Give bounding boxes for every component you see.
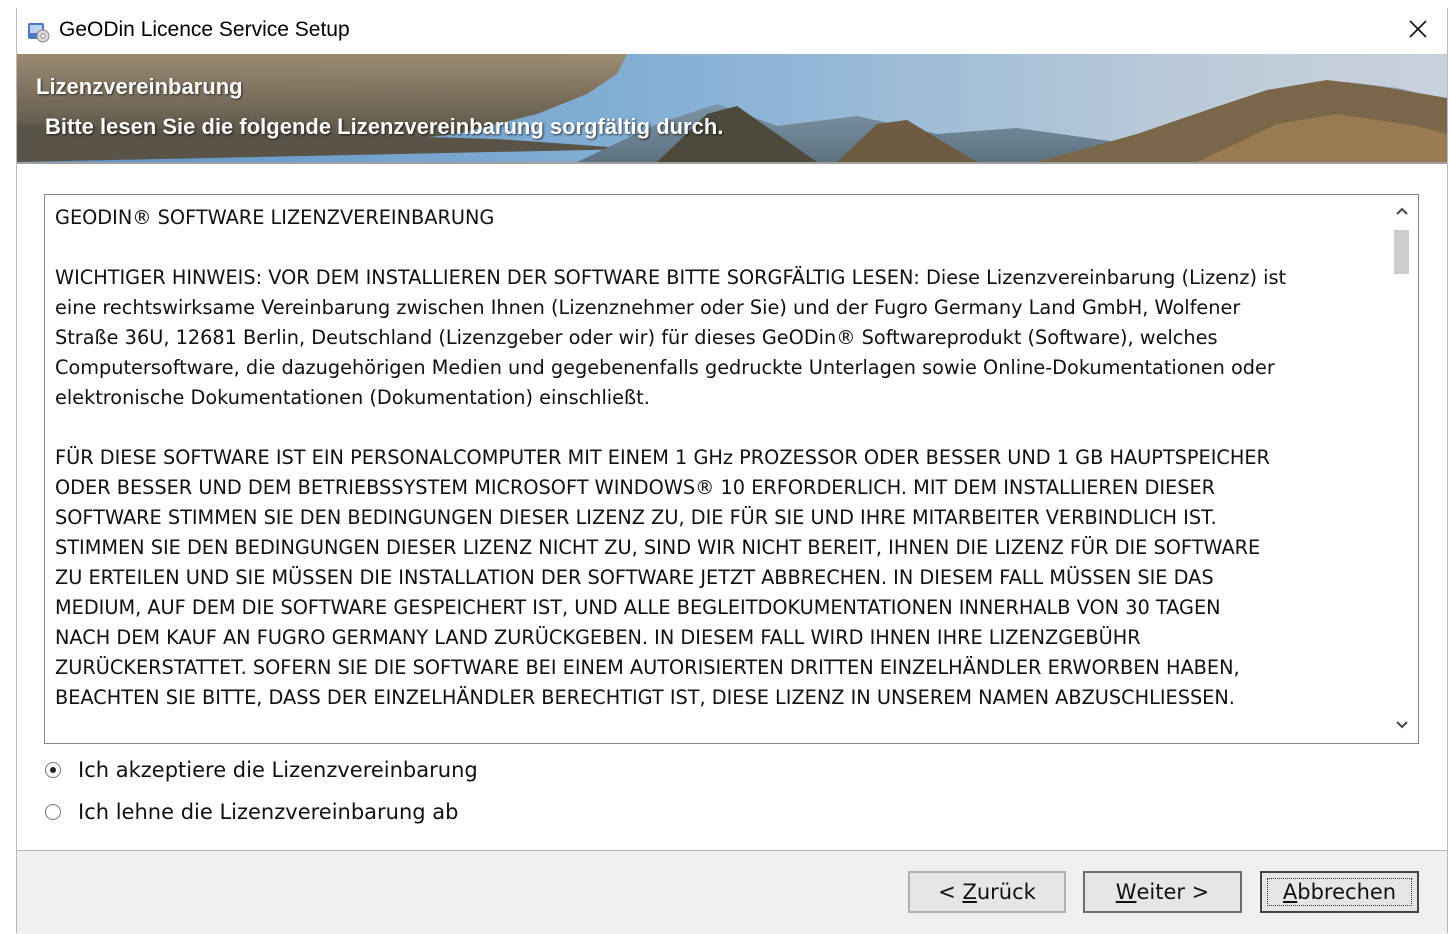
decline-option[interactable]: Ich lehne die Lizenzvereinbarung ab	[45, 797, 459, 827]
cancel-button[interactable]: Abbrechen	[1260, 871, 1419, 913]
vertical-scrollbar[interactable]	[1385, 195, 1418, 743]
next-rest: eiter >	[1136, 880, 1210, 904]
scroll-up-button[interactable]	[1385, 195, 1418, 229]
accept-radio[interactable]	[45, 762, 61, 778]
installer-icon	[26, 19, 50, 43]
banner-divider	[17, 162, 1447, 164]
button-bar: < Zurück Weiter > Abbrechen	[17, 850, 1447, 934]
scroll-down-button[interactable]	[1385, 709, 1418, 743]
license-heading: GEODIN® SOFTWARE LIZENZVEREINBARUNG	[55, 206, 495, 229]
banner-title: Lizenzvereinbarung	[36, 74, 243, 99]
back-accel: Z	[962, 880, 977, 904]
back-button[interactable]: < Zurück	[908, 871, 1066, 913]
focus-rectangle	[1267, 878, 1412, 906]
next-accel: W	[1115, 880, 1137, 904]
close-icon	[1408, 19, 1428, 44]
next-button[interactable]: Weiter >	[1083, 871, 1242, 913]
license-paragraph-1: WICHTIGER HINWEIS: VOR DEM INSTALLIEREN …	[55, 266, 1287, 409]
decline-radio[interactable]	[45, 804, 61, 820]
landscape-banner-image	[17, 54, 1447, 162]
back-prefix: <	[938, 880, 963, 904]
title-bar: GeODin Licence Service Setup	[17, 8, 1447, 54]
scroll-thumb[interactable]	[1394, 230, 1409, 274]
close-button[interactable]	[1389, 8, 1447, 54]
accept-label[interactable]: Ich akzeptiere die Lizenzvereinbarung	[78, 758, 478, 782]
banner-subtitle: Bitte lesen Sie die folgende Lizenzverei…	[45, 114, 724, 139]
license-content: GEODIN® SOFTWARE LIZENZVEREINBARUNG WICH…	[55, 203, 1375, 743]
header-banner: Lizenzvereinbarung Bitte lesen Sie die f…	[17, 54, 1447, 162]
license-paragraph-2: FÜR DIESE SOFTWARE IST EIN PERSONALCOMPU…	[55, 446, 1270, 709]
license-text-area[interactable]: GEODIN® SOFTWARE LIZENZVEREINBARUNG WICH…	[44, 194, 1419, 744]
decline-label[interactable]: Ich lehne die Lizenzvereinbarung ab	[78, 800, 459, 824]
setup-window: GeODin Licence Service Setup Lizenzverei…	[16, 8, 1448, 934]
back-rest: urück	[976, 880, 1036, 904]
chevron-down-icon	[1395, 717, 1409, 735]
chevron-up-icon	[1395, 203, 1409, 221]
window-title: GeODin Licence Service Setup	[59, 18, 350, 41]
accept-option[interactable]: Ich akzeptiere die Lizenzvereinbarung	[45, 755, 478, 785]
